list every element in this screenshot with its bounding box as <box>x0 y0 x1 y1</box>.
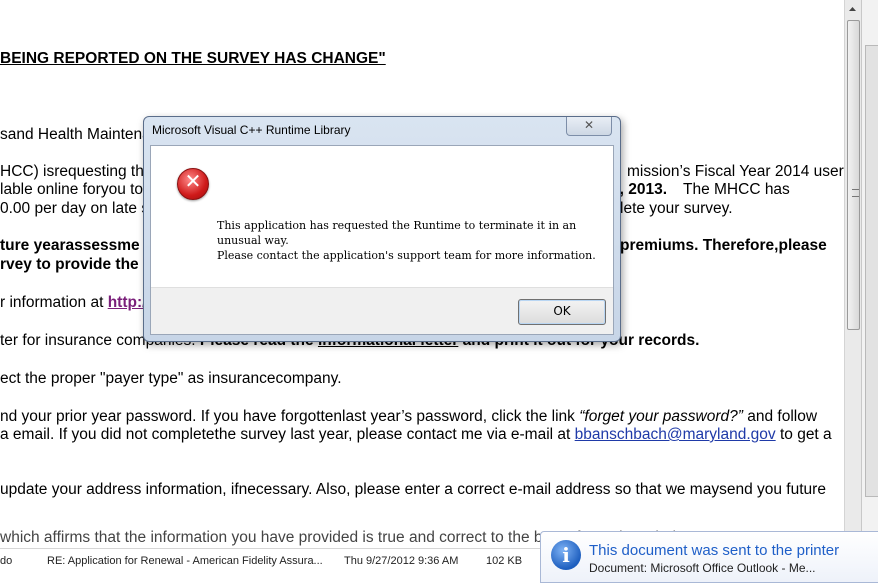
mail-col-a: do <box>0 555 13 567</box>
doc-line: update your address information, ifneces… <box>0 481 826 498</box>
dialog-message: This application has requested the Runti… <box>217 219 596 262</box>
doc-line: sand Health Maintena <box>0 126 151 143</box>
dialog-client: ✕ This application has requested the Run… <box>150 145 614 335</box>
scrollbar-thumb[interactable] <box>847 20 860 330</box>
mail-size: 102 KB <box>486 555 523 567</box>
scroll-up-icon[interactable] <box>847 2 858 16</box>
printer-notification[interactable]: i This document was sent to the printer … <box>540 531 878 583</box>
doc-line: rvey to provide the <box>0 256 139 273</box>
doc-line: mission’s Fiscal Year 2014 user <box>627 163 844 180</box>
mail-date: Thu 9/27/2012 9:36 AM <box>344 555 459 567</box>
info-icon: i <box>551 540 581 570</box>
doc-text: “forget your password?” <box>579 408 743 425</box>
mail-subject: RE: Application for Renewal - American F… <box>47 555 323 567</box>
doc-text: and follow <box>742 408 818 425</box>
doc-line: 0.00 per day on late s <box>0 200 150 217</box>
vertical-scrollbar[interactable] <box>844 0 861 548</box>
doc-text: to get a <box>775 426 832 443</box>
ok-button[interactable]: OK <box>518 299 606 325</box>
doc-text: a email. If you did not completethe surv… <box>0 426 575 443</box>
doc-line: ture yearassessme <box>0 237 140 254</box>
doc-line: nd your prior year password. If you have… <box>0 408 817 426</box>
doc-text: r information at <box>0 294 108 311</box>
doc-line: a email. If you did not completethe surv… <box>0 426 832 444</box>
doc-line: ect the proper "payer type" as insurance… <box>0 370 342 387</box>
doc-line: The MHCC has <box>683 181 790 198</box>
dialog-title: Microsoft Visual C++ Runtime Library <box>152 123 351 137</box>
doc-line: HCC) isrequesting th <box>0 163 144 180</box>
doc-text: nd your prior year password. If you have… <box>0 408 580 425</box>
runtime-error-dialog: Microsoft Visual C++ Runtime Library ✕ ✕… <box>143 116 621 342</box>
email-link[interactable]: bbanschbach@maryland.gov <box>575 426 776 443</box>
doc-line: r information at http:// <box>0 294 151 312</box>
pane-slab <box>865 45 878 497</box>
notification-subtitle: Document: Microsoft Office Outlook - Me.… <box>589 561 816 575</box>
error-icon: ✕ <box>177 168 209 200</box>
doc-heading: BEING REPORTED ON THE SURVEY HAS CHANGE" <box>0 50 386 67</box>
notification-title: This document was sent to the printer <box>589 542 840 559</box>
reading-pane-edge <box>861 0 878 548</box>
grip-icon <box>852 189 859 197</box>
doc-line: lete your survey. <box>620 200 733 217</box>
doc-line: premiums. Therefore,please <box>620 237 827 254</box>
dialog-footer: OK <box>151 287 613 334</box>
doc-line: lable online foryou to <box>0 181 144 198</box>
close-icon[interactable]: ✕ <box>566 117 612 136</box>
